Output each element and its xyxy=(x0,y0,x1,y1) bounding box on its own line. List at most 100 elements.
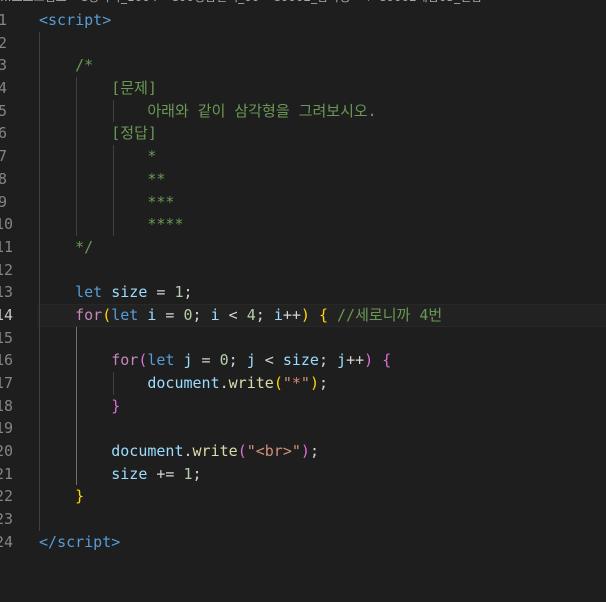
breadcrumb-item[interactable]: C0002_삼각형 xyxy=(272,0,350,4)
code-line[interactable]: 14 for(let i = 0; i < 4; i++) { //세로니까 4… xyxy=(0,303,606,327)
code-token: [문제] xyxy=(39,79,157,98)
code-line[interactable]: 13 let size = 1; xyxy=(0,281,606,304)
code-text[interactable]: document.write("*"); xyxy=(39,372,328,395)
code-text[interactable]: /* xyxy=(39,54,93,77)
code-line[interactable]: 6 [정답] xyxy=(0,122,606,146)
code-text[interactable]: } xyxy=(39,395,120,418)
line-number: 17 xyxy=(0,374,14,392)
code-line[interactable]: 7 * xyxy=(0,145,606,168)
code-token: size xyxy=(111,464,148,483)
code-token: j xyxy=(337,351,347,370)
line-number: 21 xyxy=(0,464,14,483)
code-token: . xyxy=(219,374,229,392)
indent-guide xyxy=(39,326,40,350)
code-text[interactable]: */ xyxy=(39,236,93,259)
line-number: 13 xyxy=(0,283,14,302)
code-token: ; xyxy=(183,283,193,302)
code-line[interactable]: 24 </script> xyxy=(0,531,606,554)
code-token: let xyxy=(111,305,139,324)
code-token: * xyxy=(39,147,157,166)
code-text[interactable]: let size = 1; xyxy=(39,281,193,304)
code-token: /* xyxy=(39,56,94,75)
code-token: "*" xyxy=(282,374,310,392)
breadcrumb-item[interactable]: C00정답번역_00 xyxy=(170,0,259,4)
code-token: 0 xyxy=(219,351,229,370)
code-token: ) xyxy=(364,351,374,370)
code-text[interactable]: *** xyxy=(39,191,174,214)
code-line[interactable]: 8 ** xyxy=(0,167,606,191)
breadcrumb-item[interactable]: C정목자_1004 xyxy=(79,0,157,4)
chevron-right-icon: › xyxy=(71,0,76,4)
code-token: { xyxy=(318,305,328,324)
code-token: 0 xyxy=(183,305,193,324)
line-number: 22 xyxy=(0,487,14,506)
breadcrumb-item[interactable]: ...트스크립트 xyxy=(0,0,67,4)
code-line[interactable]: 19 xyxy=(0,417,606,441)
code-text[interactable]: [정답] xyxy=(39,122,157,145)
code-token: < xyxy=(219,305,247,324)
line-number: 15 xyxy=(0,328,14,347)
code-token: 4 xyxy=(246,305,256,324)
code-token: ; xyxy=(228,351,247,370)
code-line[interactable]: 20 document.write("<br>"); xyxy=(0,440,606,463)
line-number: 1 xyxy=(0,11,7,29)
code-text[interactable]: <script> xyxy=(39,9,111,32)
editor-lines[interactable]: 1 <script> 2 3 /* 4 [문제] 5 아래와 같이 삼각형을 그려보시오.… xyxy=(0,9,606,554)
code-token: script xyxy=(48,11,103,29)
code-text[interactable]: [문제] xyxy=(39,77,157,100)
code-line[interactable]: 5 아래와 같이 삼각형을 그려보시오. xyxy=(0,99,606,123)
code-text[interactable]: </script> xyxy=(39,531,120,554)
code-token: </ xyxy=(39,532,58,551)
code-text[interactable]: 아래와 같이 삼각형을 그려보시오. xyxy=(39,100,376,123)
code-line[interactable]: 18 } xyxy=(0,394,606,418)
code-token: ++ xyxy=(282,305,301,324)
line-number: 5 xyxy=(0,101,7,120)
code-token: ( xyxy=(273,374,283,392)
line-number: 11 xyxy=(0,237,14,256)
line-number: 6 xyxy=(0,124,7,143)
indent-guide xyxy=(39,417,40,441)
code-line[interactable]: 12 xyxy=(0,258,606,282)
code-text[interactable]: **** xyxy=(39,213,184,236)
code-line[interactable]: 21 size += 1; xyxy=(0,462,606,486)
code-token: i xyxy=(273,305,283,324)
code-token: ; xyxy=(255,305,274,324)
code-token: **** xyxy=(39,215,184,234)
indent-guide xyxy=(39,508,40,531)
code-token: write xyxy=(192,442,238,461)
code-text[interactable]: for(let i = 0; i < 4; i++) { //세로니까 4번 xyxy=(39,304,442,327)
code-token: ; xyxy=(192,464,202,483)
code-token: 1 xyxy=(174,283,184,302)
code-text[interactable]: size += 1; xyxy=(39,463,202,486)
code-line[interactable]: 4 [문제] xyxy=(0,77,606,100)
code-line[interactable]: 3 /* xyxy=(0,54,606,78)
code-token: let xyxy=(147,351,175,370)
code-editor[interactable]: ...트스크립트›C정목자_1004›C00정답번역_00›C0002_삼각형›… xyxy=(0,0,606,602)
code-line[interactable]: 2 xyxy=(0,31,606,55)
code-token: = xyxy=(192,351,220,370)
indent-guide xyxy=(76,326,77,350)
code-text[interactable]: * xyxy=(39,145,156,168)
code-line[interactable]: 11 */ xyxy=(0,235,606,259)
code-line[interactable]: 23 xyxy=(0,508,606,531)
code-line[interactable]: 16 for(let j = 0; j < size; j++) { xyxy=(0,349,606,372)
code-text[interactable]: document.write("<br>"); xyxy=(39,440,319,463)
code-line[interactable]: 22 } xyxy=(0,485,606,509)
code-line[interactable]: 10 **** xyxy=(0,213,606,236)
breadcrumb-file-name[interactable]: C0002제함03_별삼 xyxy=(378,0,482,4)
line-number: 18 xyxy=(0,396,14,415)
code-text[interactable]: for(let j = 0; j < size; j++) { xyxy=(39,349,391,372)
code-line[interactable]: 15 xyxy=(0,326,606,350)
code-text[interactable]: } xyxy=(39,485,84,508)
code-token: let xyxy=(75,283,103,302)
code-line[interactable]: 9 *** xyxy=(0,190,606,214)
line-number: 7 xyxy=(0,147,7,166)
code-line[interactable]: 17 document.write("*"); xyxy=(0,372,606,395)
code-text[interactable]: ** xyxy=(39,168,165,191)
line-number: 16 xyxy=(0,351,14,370)
code-line[interactable]: 1 <script> xyxy=(0,9,606,32)
chevron-right-icon: › xyxy=(354,0,359,4)
